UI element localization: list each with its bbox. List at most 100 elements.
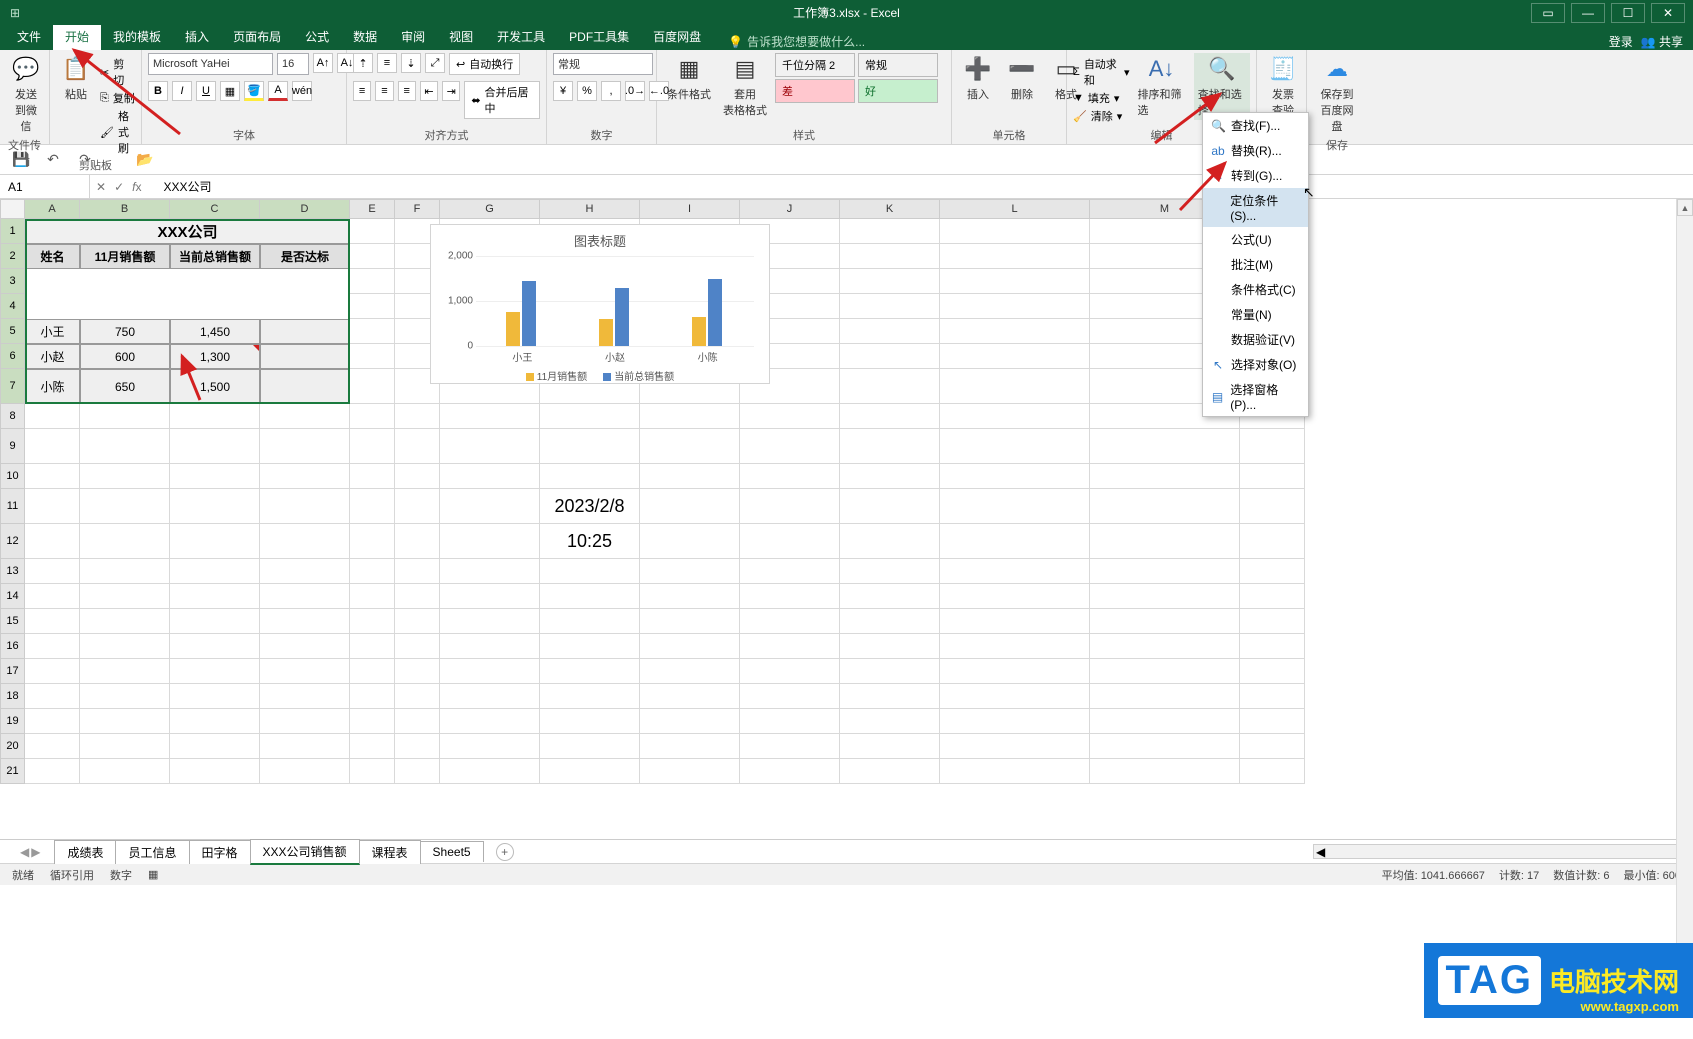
cell-D7[interactable] — [260, 369, 350, 404]
formula-input[interactable]: XXX公司 — [147, 178, 1693, 195]
cell-A15[interactable] — [25, 609, 80, 634]
cell-K1[interactable] — [840, 219, 940, 244]
menu-comments[interactable]: 批注(M) — [1203, 252, 1308, 277]
row-header-5[interactable]: 5 — [0, 319, 25, 344]
cell-L4[interactable] — [940, 294, 1090, 319]
close-button[interactable]: ✕ — [1651, 3, 1685, 23]
cell-H14[interactable] — [540, 584, 640, 609]
cell-F14[interactable] — [395, 584, 440, 609]
delete-cells-button[interactable]: ➖删除 — [1002, 53, 1042, 104]
clear-button[interactable]: 🧹清除▾ — [1073, 108, 1129, 124]
cell-A14[interactable] — [25, 584, 80, 609]
cell-D13[interactable] — [260, 559, 350, 584]
cell-C9[interactable] — [170, 429, 260, 464]
cell-H16[interactable] — [540, 634, 640, 659]
col-header-F[interactable]: F — [395, 199, 440, 219]
fill-color-button[interactable]: 🪣 — [244, 81, 264, 101]
tab-baidu[interactable]: 百度网盘 — [641, 23, 713, 50]
save-baidu-button[interactable]: ☁保存到 百度网盘 — [1313, 53, 1361, 136]
cell-A8[interactable] — [25, 404, 80, 429]
cell-C12[interactable] — [170, 524, 260, 559]
cell-L9[interactable] — [940, 429, 1090, 464]
cell-L19[interactable] — [940, 709, 1090, 734]
add-sheet-button[interactable]: + — [496, 843, 514, 861]
cell-I21[interactable] — [640, 759, 740, 784]
cell-J9[interactable] — [740, 429, 840, 464]
cell-H17[interactable] — [540, 659, 640, 684]
tab-formulas[interactable]: 公式 — [293, 23, 341, 50]
menu-constants[interactable]: 常量(N) — [1203, 302, 1308, 327]
menu-validation[interactable]: 数据验证(V) — [1203, 327, 1308, 352]
spreadsheet-grid[interactable]: ABCDEFGHIJKLMN1XXX公司2姓名11月销售额当前总销售额是否达标3… — [0, 199, 1693, 839]
cell-I19[interactable] — [640, 709, 740, 734]
cell-B14[interactable] — [80, 584, 170, 609]
sheet-tab-2[interactable]: 田字格 — [189, 840, 251, 864]
cell-C17[interactable] — [170, 659, 260, 684]
cell-F13[interactable] — [395, 559, 440, 584]
cell-C20[interactable] — [170, 734, 260, 759]
cell-N12[interactable] — [1240, 524, 1305, 559]
cell-E6[interactable] — [350, 344, 395, 369]
cell-E21[interactable] — [350, 759, 395, 784]
cell-L11[interactable] — [940, 489, 1090, 524]
cell-D19[interactable] — [260, 709, 350, 734]
cell-J17[interactable] — [740, 659, 840, 684]
cell-J20[interactable] — [740, 734, 840, 759]
cell-K6[interactable] — [840, 344, 940, 369]
tab-file[interactable]: 文件 — [5, 23, 53, 50]
share-button[interactable]: 👥 共享 — [1641, 33, 1683, 50]
tab-data[interactable]: 数据 — [341, 23, 389, 50]
cell-E20[interactable] — [350, 734, 395, 759]
format-as-table-button[interactable]: ▤套用 表格格式 — [719, 53, 771, 120]
cell-B20[interactable] — [80, 734, 170, 759]
qat-undo-button[interactable]: ↶ — [42, 149, 64, 171]
qat-open-button[interactable]: 📂 — [134, 149, 156, 171]
increase-decimal-button[interactable]: .0→ — [625, 81, 645, 101]
row-header-16[interactable]: 16 — [0, 634, 25, 659]
cell-B19[interactable] — [80, 709, 170, 734]
tab-review[interactable]: 审阅 — [389, 23, 437, 50]
enter-entry-icon[interactable]: ✓ — [114, 180, 124, 194]
cell-J10[interactable] — [740, 464, 840, 489]
sheet-nav-prev[interactable]: ◀ — [20, 845, 29, 859]
cell-L3[interactable] — [940, 269, 1090, 294]
cell-K11[interactable] — [840, 489, 940, 524]
cell-I10[interactable] — [640, 464, 740, 489]
cell-I20[interactable] — [640, 734, 740, 759]
cell-J14[interactable] — [740, 584, 840, 609]
cell-F10[interactable] — [395, 464, 440, 489]
cell-N9[interactable] — [1240, 429, 1305, 464]
cell-K15[interactable] — [840, 609, 940, 634]
cell-G19[interactable] — [440, 709, 540, 734]
cell-F21[interactable] — [395, 759, 440, 784]
font-color-button[interactable]: A — [268, 81, 288, 101]
cell-K10[interactable] — [840, 464, 940, 489]
cell-A10[interactable] — [25, 464, 80, 489]
cell-L1[interactable] — [940, 219, 1090, 244]
menu-selection-pane[interactable]: ▤选择窗格(P)... — [1203, 377, 1308, 416]
cell-A6[interactable]: 小赵 — [25, 344, 80, 369]
cell-N15[interactable] — [1240, 609, 1305, 634]
cell-L5[interactable] — [940, 319, 1090, 344]
cell-E8[interactable] — [350, 404, 395, 429]
send-wechat-button[interactable]: 💬发送 到微信 — [6, 53, 46, 136]
cell-K13[interactable] — [840, 559, 940, 584]
cell-A13[interactable] — [25, 559, 80, 584]
row-header-12[interactable]: 12 — [0, 524, 25, 559]
cell-J8[interactable] — [740, 404, 840, 429]
row-header-7[interactable]: 7 — [0, 369, 25, 404]
cell-B9[interactable] — [80, 429, 170, 464]
menu-find[interactable]: 🔍查找(F)... — [1203, 113, 1308, 138]
cell-L13[interactable] — [940, 559, 1090, 584]
cell-F19[interactable] — [395, 709, 440, 734]
col-header-E[interactable]: E — [350, 199, 395, 219]
cell-H10[interactable] — [540, 464, 640, 489]
cell-F8[interactable] — [395, 404, 440, 429]
cell-M19[interactable] — [1090, 709, 1240, 734]
row-header-13[interactable]: 13 — [0, 559, 25, 584]
menu-condfmt[interactable]: 条件格式(C) — [1203, 277, 1308, 302]
row-header-15[interactable]: 15 — [0, 609, 25, 634]
cell-D18[interactable] — [260, 684, 350, 709]
menu-select-objects[interactable]: ↖选择对象(O) — [1203, 352, 1308, 377]
sheet-tab-1[interactable]: 员工信息 — [115, 840, 189, 864]
